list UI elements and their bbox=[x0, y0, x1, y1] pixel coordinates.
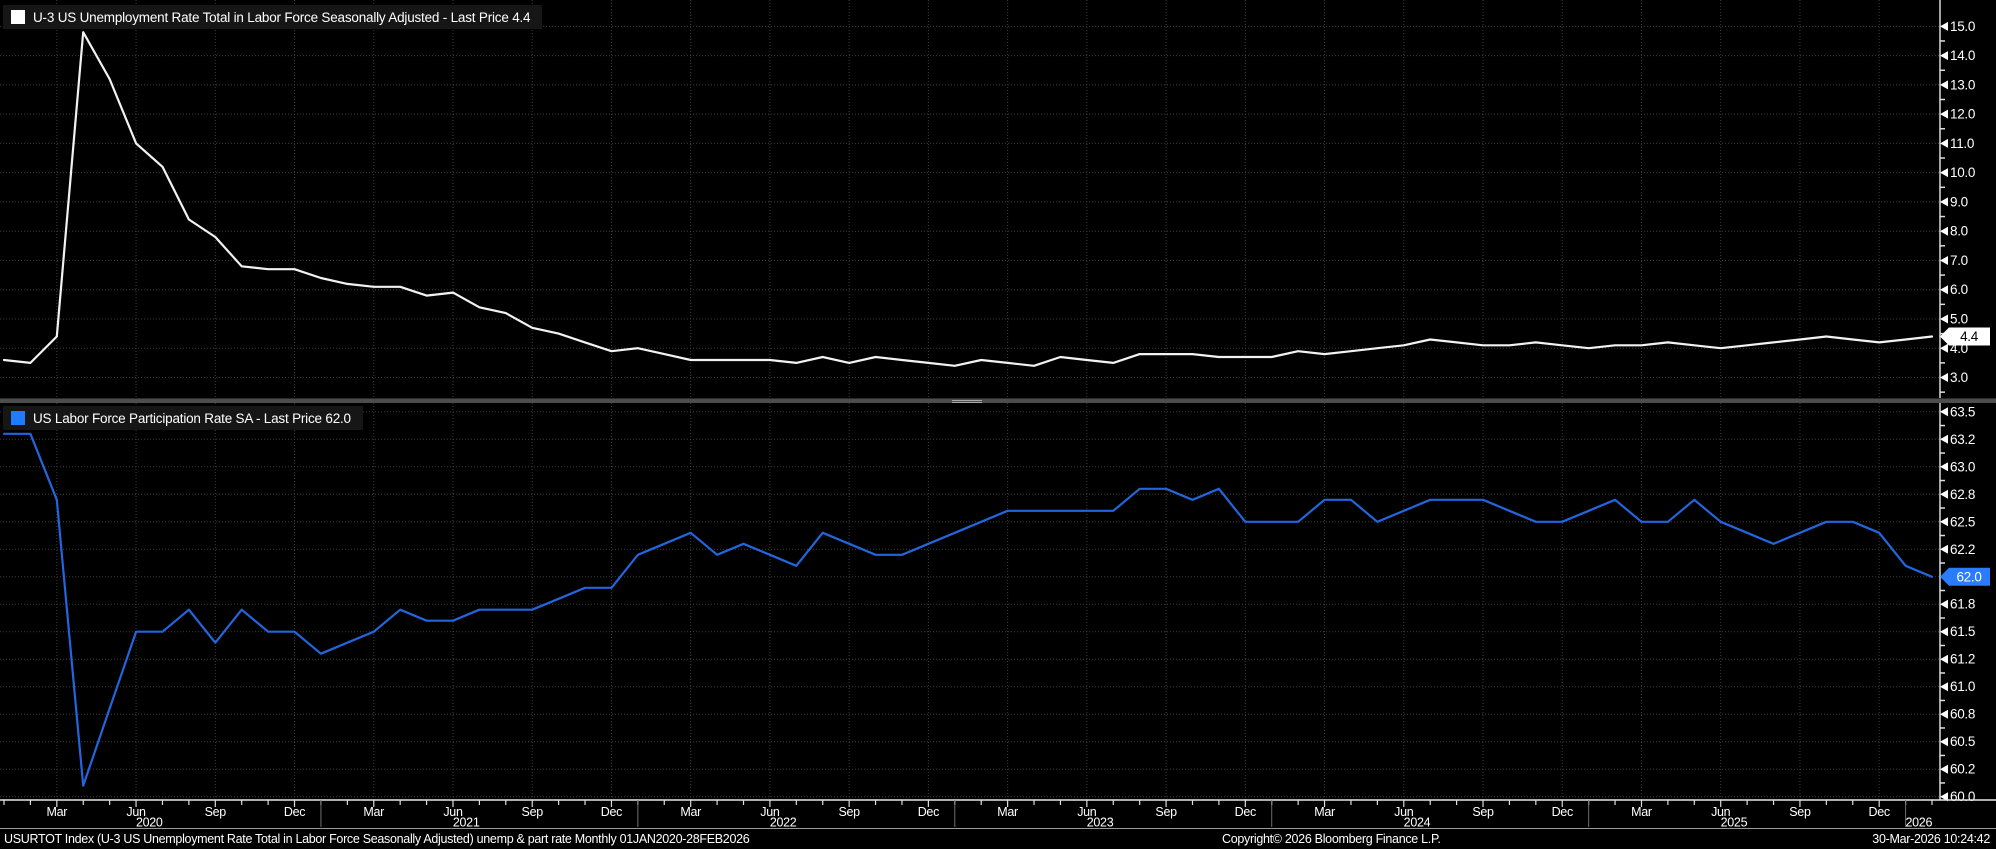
svg-text:2024: 2024 bbox=[1404, 816, 1431, 829]
svg-text:2022: 2022 bbox=[770, 816, 797, 829]
svg-text:2020: 2020 bbox=[136, 816, 163, 829]
svg-text:Dec: Dec bbox=[601, 805, 622, 819]
svg-text:Dec: Dec bbox=[1552, 805, 1573, 819]
svg-text:14.0: 14.0 bbox=[1950, 48, 1975, 63]
svg-text:60.5: 60.5 bbox=[1950, 734, 1975, 749]
svg-text:Sep: Sep bbox=[838, 805, 860, 819]
svg-text:61.0: 61.0 bbox=[1950, 679, 1975, 694]
panel-labor-force-participation-rate bbox=[0, 403, 1940, 800]
svg-text:Dec: Dec bbox=[1235, 805, 1256, 819]
series-line-labor-force-participation-rate bbox=[2, 432, 1934, 787]
svg-text:12.0: 12.0 bbox=[1950, 107, 1975, 122]
svg-text:Sep: Sep bbox=[205, 805, 227, 819]
svg-text:62.0: 62.0 bbox=[1956, 569, 1981, 584]
svg-text:60.0: 60.0 bbox=[1950, 789, 1975, 804]
svg-text:2023: 2023 bbox=[1087, 816, 1114, 829]
svg-text:6.0: 6.0 bbox=[1950, 282, 1968, 297]
svg-text:63.2: 63.2 bbox=[1950, 432, 1975, 447]
svg-text:Mar: Mar bbox=[680, 805, 701, 819]
svg-text:Mar: Mar bbox=[1314, 805, 1335, 819]
svg-text:Sep: Sep bbox=[1155, 805, 1177, 819]
svg-text:60.8: 60.8 bbox=[1950, 707, 1975, 722]
panel-divider[interactable] bbox=[0, 398, 1996, 403]
svg-text:2025: 2025 bbox=[1721, 816, 1748, 829]
legend-bottom-label: US Labor Force Participation Rate SA - L… bbox=[33, 410, 351, 426]
footer-copyright: Copyright© 2026 Bloomberg Finance L.P. bbox=[1222, 832, 1441, 846]
svg-text:11.0: 11.0 bbox=[1950, 136, 1974, 151]
svg-text:13.0: 13.0 bbox=[1950, 77, 1975, 92]
svg-text:9.0: 9.0 bbox=[1950, 194, 1968, 209]
svg-text:61.5: 61.5 bbox=[1950, 624, 1975, 639]
svg-text:Mar: Mar bbox=[1631, 805, 1652, 819]
legend-top-label: U-3 US Unemployment Rate Total in Labor … bbox=[33, 9, 531, 25]
panel-u3-unemployment-rate bbox=[0, 0, 1940, 398]
footer-security-description: USURTOT Index (U-3 US Unemployment Rate … bbox=[4, 832, 750, 846]
svg-text:8.0: 8.0 bbox=[1950, 224, 1968, 239]
svg-text:5.0: 5.0 bbox=[1950, 311, 1968, 326]
legend-bottom-panel[interactable]: US Labor Force Participation Rate SA - L… bbox=[3, 406, 363, 430]
x-axis: Mar Jun Sep Dec Mar Jun Sep Dec Mar Jun Sep Dec Mar J… bbox=[0, 799, 1996, 829]
svg-text:Mar: Mar bbox=[47, 805, 68, 819]
svg-text:Mar: Mar bbox=[363, 805, 384, 819]
last-price-badge-labor-force-participation-rate: 62.0 bbox=[1940, 567, 1990, 586]
svg-text:Mar: Mar bbox=[997, 805, 1018, 819]
svg-text:63.0: 63.0 bbox=[1950, 459, 1975, 474]
svg-text:Dec: Dec bbox=[284, 805, 305, 819]
svg-text:7.0: 7.0 bbox=[1950, 253, 1968, 268]
svg-text:Sep: Sep bbox=[522, 805, 544, 819]
svg-text:Sep: Sep bbox=[1789, 805, 1811, 819]
svg-text:62.5: 62.5 bbox=[1950, 514, 1975, 529]
svg-text:2026: 2026 bbox=[1905, 816, 1932, 829]
svg-text:60.2: 60.2 bbox=[1950, 762, 1975, 777]
svg-text:61.2: 61.2 bbox=[1950, 652, 1975, 667]
svg-text:3.0: 3.0 bbox=[1950, 370, 1968, 385]
series-line-u3-unemployment-rate bbox=[2, 31, 1934, 367]
svg-text:63.5: 63.5 bbox=[1950, 404, 1975, 419]
unemployment-series-swatch bbox=[11, 10, 25, 24]
svg-text:61.8: 61.8 bbox=[1950, 597, 1975, 612]
chart-area: 15.0 14.0 13.0 12.0 11.0 10.0 9.0 8.0 7.0 6.0 5.0 4… bbox=[0, 0, 1996, 828]
svg-text:62.8: 62.8 bbox=[1950, 487, 1975, 502]
svg-text:Dec: Dec bbox=[1869, 805, 1890, 819]
footer-bar: USURTOT Index (U-3 US Unemployment Rate … bbox=[0, 828, 1996, 849]
svg-text:Dec: Dec bbox=[918, 805, 939, 819]
svg-text:Sep: Sep bbox=[1472, 805, 1494, 819]
svg-text:4.4: 4.4 bbox=[1960, 329, 1979, 344]
y-axis-labor-force-participation-rate: 63.563.263.062.862.562.262.061.861.561.2… bbox=[1940, 404, 1975, 804]
last-price-badge-u3-unemployment-rate: 4.4 bbox=[1940, 327, 1990, 346]
footer-datetime: 30-Mar-2026 10:24:42 bbox=[1872, 832, 1990, 846]
panel-divider-grip-icon[interactable] bbox=[952, 400, 982, 403]
svg-text:10.0: 10.0 bbox=[1950, 165, 1975, 180]
legend-top-panel[interactable]: U-3 US Unemployment Rate Total in Labor … bbox=[3, 5, 543, 29]
participation-series-swatch bbox=[11, 411, 25, 425]
svg-text:15.0: 15.0 bbox=[1950, 19, 1975, 34]
bloomberg-chart-window: 15.0 14.0 13.0 12.0 11.0 10.0 9.0 8.0 7.0 6.0 5.0 4… bbox=[0, 0, 1996, 849]
svg-text:62.2: 62.2 bbox=[1950, 542, 1975, 557]
svg-text:2021: 2021 bbox=[453, 816, 480, 829]
